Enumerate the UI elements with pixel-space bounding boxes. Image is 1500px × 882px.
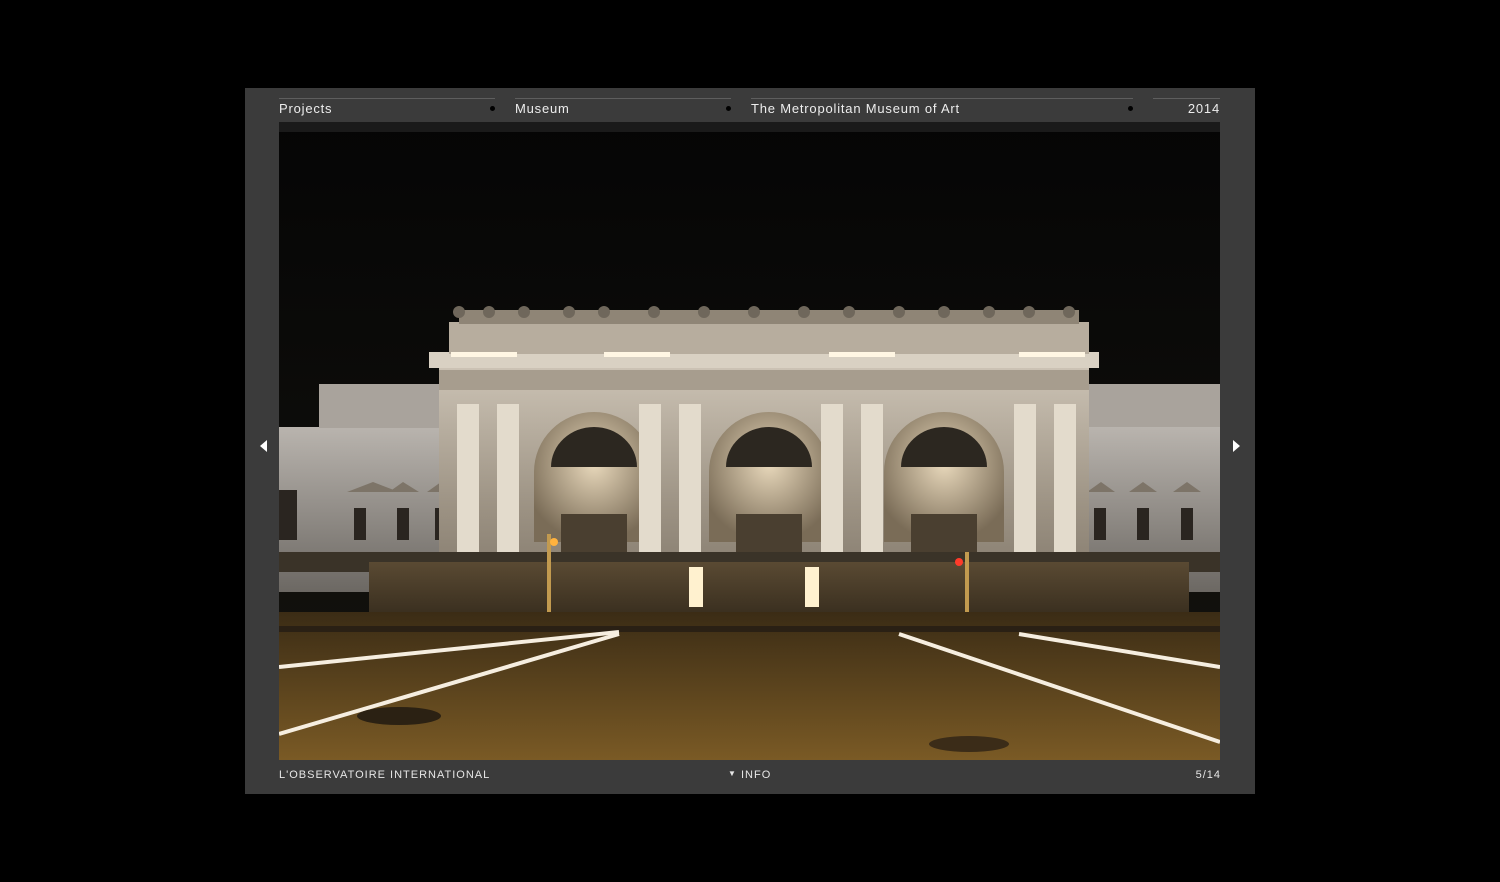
breadcrumb-label: The Metropolitan Museum of Art <box>751 101 960 116</box>
breadcrumb-item-project-title[interactable]: The Metropolitan Museum of Art <box>751 98 1133 122</box>
slide-counter: 5/14 <box>1195 769 1221 781</box>
breadcrumb: Projects Museum The Metropolitan Museum … <box>279 98 1220 122</box>
year-label: 2014 <box>1187 101 1220 116</box>
previous-arrow-icon[interactable] <box>257 439 271 453</box>
info-toggle-button[interactable]: ▼ INFO <box>728 769 771 781</box>
separator-dot-icon <box>726 106 731 111</box>
breadcrumb-item-projects[interactable]: Projects <box>279 98 495 122</box>
separator-dot-icon <box>490 106 495 111</box>
next-arrow-icon[interactable] <box>1229 439 1243 453</box>
breadcrumb-label: Projects <box>279 101 333 116</box>
museum-facade-image <box>279 122 1220 760</box>
info-label: INFO <box>740 769 772 781</box>
brand-link[interactable]: L'OBSERVATOIRE INTERNATIONAL <box>279 769 490 781</box>
separator-dot-icon <box>1128 106 1133 111</box>
breadcrumb-item-museum[interactable]: Museum <box>515 98 731 122</box>
project-photo <box>279 122 1220 760</box>
slideshow-panel: Projects Museum The Metropolitan Museum … <box>245 88 1255 794</box>
project-year: 2014 <box>1153 98 1220 122</box>
caret-down-icon: ▼ <box>728 769 737 778</box>
breadcrumb-label: Museum <box>515 101 570 116</box>
